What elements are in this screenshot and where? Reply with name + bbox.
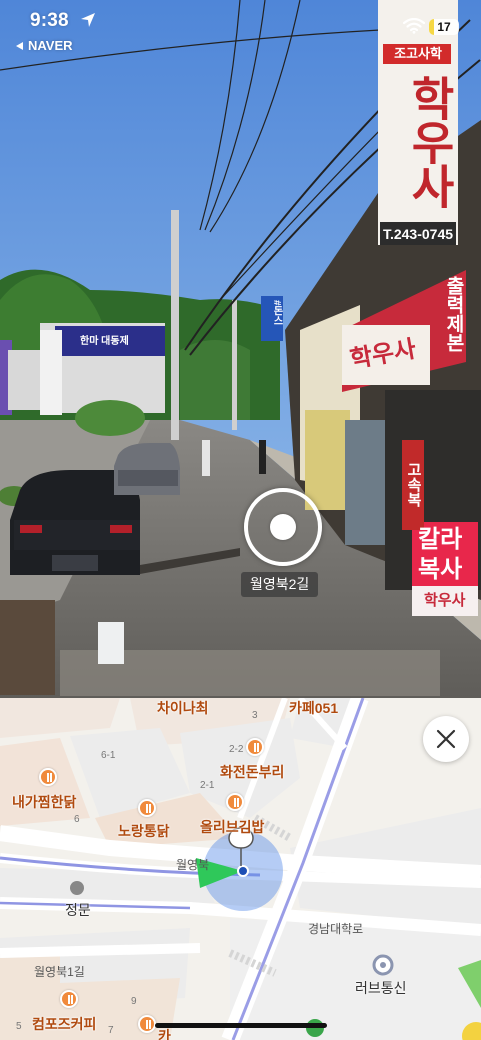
cafe-pin-icon[interactable] <box>60 990 78 1008</box>
poi-label-chinachi[interactable]: 차이나최 <box>157 698 209 718</box>
street-move-control[interactable] <box>244 488 322 566</box>
poi-label-jeongmun[interactable]: 정문 <box>65 900 91 920</box>
back-app-label: NAVER <box>28 38 73 53</box>
home-indicator[interactable] <box>155 1023 327 1028</box>
shop-sign-top: 조고사학 <box>394 46 442 61</box>
building-number: 9 <box>131 996 137 1007</box>
close-map-button[interactable] <box>423 716 469 762</box>
shop-vertical-sign: 학우사 <box>404 75 456 207</box>
poi-label-olleebeu[interactable]: 올리브김밥 <box>200 817 264 837</box>
road-name-label: 월영북2길 <box>241 572 319 597</box>
hall-banner-text: 한마 대동제 <box>80 336 129 347</box>
wifi-icon <box>403 18 425 34</box>
kalla-sign-line1: 칼라 <box>418 526 463 553</box>
status-time: 9:38 <box>30 10 69 31</box>
poi-label-norang[interactable]: 노랑통닭 <box>118 821 170 841</box>
restaurant-pin-icon[interactable] <box>39 768 57 786</box>
battery-percent: 17 <box>437 20 451 34</box>
restaurant-pin-icon[interactable] <box>246 738 264 756</box>
restaurant-pin-icon[interactable] <box>138 799 156 817</box>
back-triangle-icon <box>16 41 23 50</box>
location-arrow-icon <box>81 13 95 27</box>
close-icon <box>436 729 456 749</box>
poi-label-hwajeon[interactable]: 화전돈부리 <box>220 762 284 782</box>
building-number: 7 <box>108 1025 114 1036</box>
app: 조고사학 학우사 T.243-0745 학우사 출력제본 고속복 칼라 복사 학… <box>0 0 481 1040</box>
road-label-wolyeong: 월영북 <box>176 858 210 872</box>
back-to-app-button[interactable]: NAVER <box>16 38 73 53</box>
mini-map[interactable]: 차이나최 카페051 화전돈부리 내가찜한닭 노랑통닭 올리브김밥 월영북 정문… <box>0 698 481 1040</box>
blue-small-sign: #돈스 <box>271 300 282 326</box>
street-view-panorama[interactable]: 조고사학 학우사 T.243-0745 학우사 출력제본 고속복 칼라 복사 학… <box>0 0 481 698</box>
building-number: 6 <box>74 814 80 825</box>
street-move-dot[interactable] <box>270 514 296 540</box>
road-label-wolyeongbuk1: 월영북1길 <box>34 965 85 979</box>
poi-label-cafe051[interactable]: 카페051 <box>289 698 338 718</box>
building-number: 2-1 <box>200 780 215 791</box>
battery-indicator: 17 <box>429 19 459 35</box>
restaurant-pin-icon[interactable] <box>226 793 244 811</box>
poi-label-naega[interactable]: 내가찜한닭 <box>12 792 76 812</box>
poi-label-partial[interactable]: 카 <box>158 1026 171 1040</box>
kalla-sign-line3: 학우사 <box>424 592 466 609</box>
shop-phone-number: T.243-0745 <box>382 226 454 242</box>
poi-label-compose[interactable]: 컴포즈커피 <box>32 1014 96 1034</box>
building-number: 5 <box>16 1021 22 1032</box>
side-sign-text: 고속복 <box>405 461 422 507</box>
building-number: 2-2 <box>229 744 244 755</box>
cafe-pin-icon[interactable] <box>138 1015 156 1033</box>
building-number: 3 <box>252 710 258 721</box>
building-number: 6-1 <box>101 750 116 761</box>
kalla-sign-line2: 복사 <box>418 556 463 583</box>
poi-label-lovetong[interactable]: 러브통신 <box>355 978 407 998</box>
banner-print-bind: 출력제본 <box>443 276 464 352</box>
road-label-kyungnam: 경남대학로 <box>308 922 364 936</box>
